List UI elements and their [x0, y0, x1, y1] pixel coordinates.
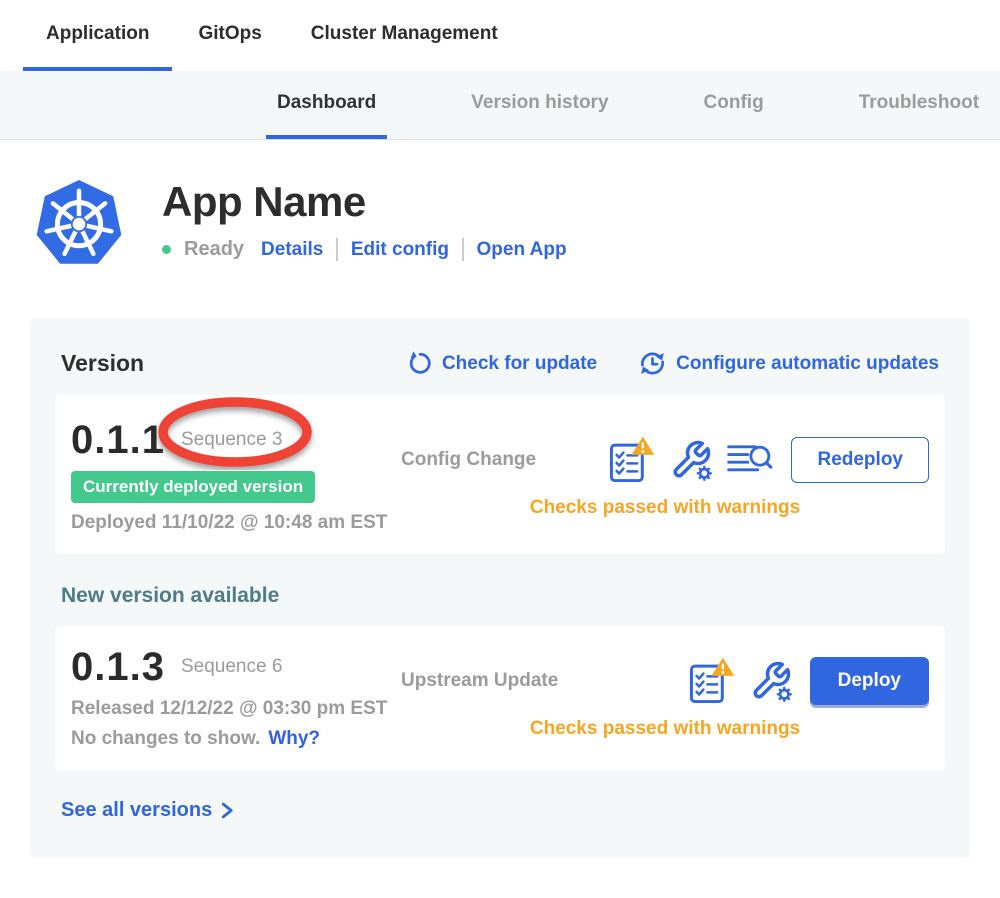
preflight-checklist-warning-icon[interactable] [609, 436, 655, 484]
tab-troubleshoot[interactable]: Troubleshoot [848, 71, 990, 139]
released-timestamp: Released 12/12/22 @ 03:30 pm EST [71, 698, 401, 720]
tab-gitops[interactable]: GitOps [175, 0, 284, 71]
tab-config[interactable]: Config [693, 71, 775, 139]
secondary-nav: Dashboard Version history Config Trouble… [0, 71, 1000, 140]
details-link[interactable]: Details [261, 239, 323, 261]
kubernetes-logo-icon [34, 178, 124, 272]
new-version-card: 0.1.3 Sequence 6 Released 12/12/22 @ 03:… [55, 626, 945, 771]
redeploy-button[interactable]: Redeploy [791, 437, 929, 483]
status-dot-icon [162, 245, 171, 254]
version-panel-title: Version [61, 350, 144, 377]
open-app-link[interactable]: Open App [477, 239, 567, 261]
no-changes-note: No changes to show. [71, 728, 260, 750]
refresh-icon [407, 351, 432, 376]
current-checks-status: Checks passed with warnings [401, 497, 929, 519]
new-version-number: 0.1.3 [71, 645, 165, 690]
why-link[interactable]: Why? [268, 728, 320, 750]
current-version-sequence: Sequence 3 [181, 429, 282, 451]
current-version-source: Config Change [401, 449, 536, 471]
check-for-update-link[interactable]: Check for update [407, 350, 597, 377]
see-all-versions-link[interactable]: See all versions [61, 799, 234, 822]
status-label: Ready [184, 238, 244, 261]
currently-deployed-badge: Currently deployed version [71, 471, 315, 503]
tab-application[interactable]: Application [23, 0, 172, 71]
tab-dashboard[interactable]: Dashboard [266, 71, 387, 139]
current-version-number: 0.1.1 [71, 418, 165, 463]
clock-refresh-icon [639, 350, 666, 377]
divider [462, 238, 464, 261]
current-version-card: 0.1.1 Sequence 3 Currently deployed vers… [55, 395, 945, 554]
config-wrench-icon[interactable] [750, 660, 792, 702]
tab-cluster-management[interactable]: Cluster Management [288, 0, 521, 71]
edit-config-link[interactable]: Edit config [351, 239, 449, 261]
page-title: App Name [162, 178, 567, 226]
primary-nav: Application GitOps Cluster Management [0, 0, 1000, 71]
version-panel: Version Check for update Configure autom… [30, 318, 970, 858]
tab-version-history[interactable]: Version history [460, 71, 619, 139]
new-version-heading: New version available [61, 584, 945, 608]
new-version-source: Upstream Update [401, 670, 558, 692]
configure-automatic-updates-link[interactable]: Configure automatic updates [639, 350, 939, 377]
new-version-sequence: Sequence 6 [181, 656, 282, 678]
new-checks-status: Checks passed with warnings [401, 718, 929, 740]
divider [336, 238, 338, 261]
deploy-button[interactable]: Deploy [810, 657, 929, 705]
app-header: App Name Ready Details Edit config Open … [0, 140, 1000, 272]
preflight-checklist-warning-icon[interactable] [689, 657, 735, 705]
deployed-timestamp: Deployed 11/10/22 @ 10:48 am EST [71, 512, 401, 534]
config-wrench-icon[interactable] [670, 439, 712, 481]
view-files-icon[interactable] [727, 442, 773, 478]
chevron-right-icon [221, 802, 234, 819]
